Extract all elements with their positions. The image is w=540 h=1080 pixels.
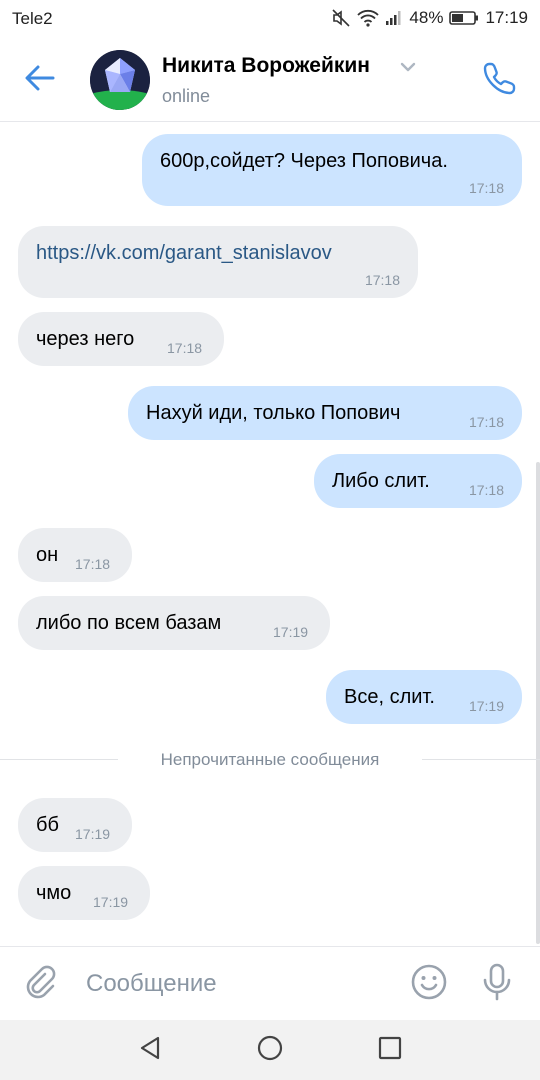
- message-bubble-outgoing[interactable]: Нахуй иди, только Попович 17:18: [128, 386, 522, 440]
- message-list[interactable]: 600р,сойдет? Через Поповича. 17:18 https…: [0, 122, 540, 946]
- battery-icon: [449, 10, 479, 26]
- message-time: 17:19: [75, 826, 111, 842]
- message-bubble-incoming[interactable]: через него 17:18: [18, 312, 224, 366]
- phone-icon: [483, 61, 517, 100]
- message-bubble-incoming[interactable]: https://vk.com/garant_stanislavov 17:18: [18, 226, 418, 298]
- message-text: он: [36, 544, 59, 566]
- clock: 17:19: [485, 8, 528, 27]
- message-text: через него: [36, 328, 135, 350]
- message-time: 17:18: [468, 180, 504, 196]
- message-time: 17:19: [273, 624, 309, 640]
- nav-recents-button[interactable]: [372, 1032, 408, 1068]
- message-time: 17:18: [364, 272, 400, 288]
- wifi-icon: [357, 9, 380, 27]
- triangle-back-icon: [138, 1035, 162, 1066]
- message-bubble-incoming[interactable]: либо по всем базам 17:19: [18, 596, 330, 650]
- message-input[interactable]: [86, 967, 386, 1001]
- back-arrow-icon: [25, 65, 55, 96]
- scrollbar[interactable]: [536, 462, 540, 944]
- signal-icon: [385, 10, 403, 26]
- message-text: Либо слит.: [332, 470, 430, 492]
- square-recents-icon: [378, 1036, 402, 1065]
- chevron-down-icon[interactable]: [400, 60, 416, 78]
- status-bar: Tele2 48% 17:19: [0, 0, 540, 36]
- microphone-icon: [481, 963, 513, 1006]
- unread-divider: Непрочитанные сообщения: [0, 742, 540, 778]
- message-bubble-outgoing[interactable]: Все, слит. 17:19: [326, 670, 522, 724]
- message-link[interactable]: https://vk.com/garant_stanislavov: [36, 242, 332, 265]
- attach-button[interactable]: [20, 963, 62, 1005]
- back-button[interactable]: [20, 60, 60, 100]
- nav-back-button[interactable]: [132, 1032, 168, 1068]
- message-time: 17:18: [468, 414, 504, 430]
- emoji-button[interactable]: [408, 963, 450, 1005]
- message-time: 17:19: [93, 894, 129, 910]
- message-text: 600р,сойдет? Через Поповича.: [160, 150, 448, 172]
- emoji-icon: [410, 963, 448, 1006]
- message-bubble-incoming[interactable]: чмо 17:19: [18, 866, 150, 920]
- message-composer: [0, 946, 540, 1020]
- message-bubble-incoming[interactable]: бб 17:19: [18, 798, 132, 852]
- message-time: 17:18: [75, 556, 111, 572]
- message-time: 17:18: [468, 482, 504, 498]
- carrier-label: Tele2: [12, 9, 53, 28]
- message-text: чмо: [36, 882, 72, 904]
- status-icons: 48% 17:19: [331, 8, 528, 28]
- message-bubble-outgoing[interactable]: Либо слит. 17:18: [314, 454, 522, 508]
- message-text: Нахуй иди, только Попович: [146, 402, 401, 424]
- message-bubble-outgoing[interactable]: 600р,сойдет? Через Поповича. 17:18: [142, 134, 522, 206]
- battery-percent: 48%: [409, 8, 444, 27]
- message-text: бб: [36, 814, 59, 836]
- paperclip-icon: [23, 964, 59, 1005]
- mute-icon: [331, 8, 351, 28]
- message-text: либо по всем базам: [36, 612, 222, 634]
- message-text: Все, слит.: [344, 686, 435, 708]
- divider-line: [422, 759, 540, 760]
- message-time: 17:18: [167, 340, 203, 356]
- message-time: 17:19: [468, 698, 504, 714]
- unread-label: Непрочитанные сообщения: [160, 750, 380, 769]
- contact-name[interactable]: Никита Ворожейкин: [162, 54, 370, 78]
- system-navigation-bar: [0, 1020, 540, 1080]
- contact-status: online: [162, 86, 211, 106]
- message-bubble-incoming[interactable]: он 17:18: [18, 528, 132, 582]
- nav-home-button[interactable]: [252, 1032, 288, 1068]
- call-button[interactable]: [478, 58, 522, 102]
- circle-home-icon: [257, 1035, 283, 1066]
- voice-message-button[interactable]: [476, 963, 518, 1005]
- chat-header: Никита Ворожейкин online: [0, 36, 540, 122]
- contact-avatar[interactable]: [90, 50, 150, 110]
